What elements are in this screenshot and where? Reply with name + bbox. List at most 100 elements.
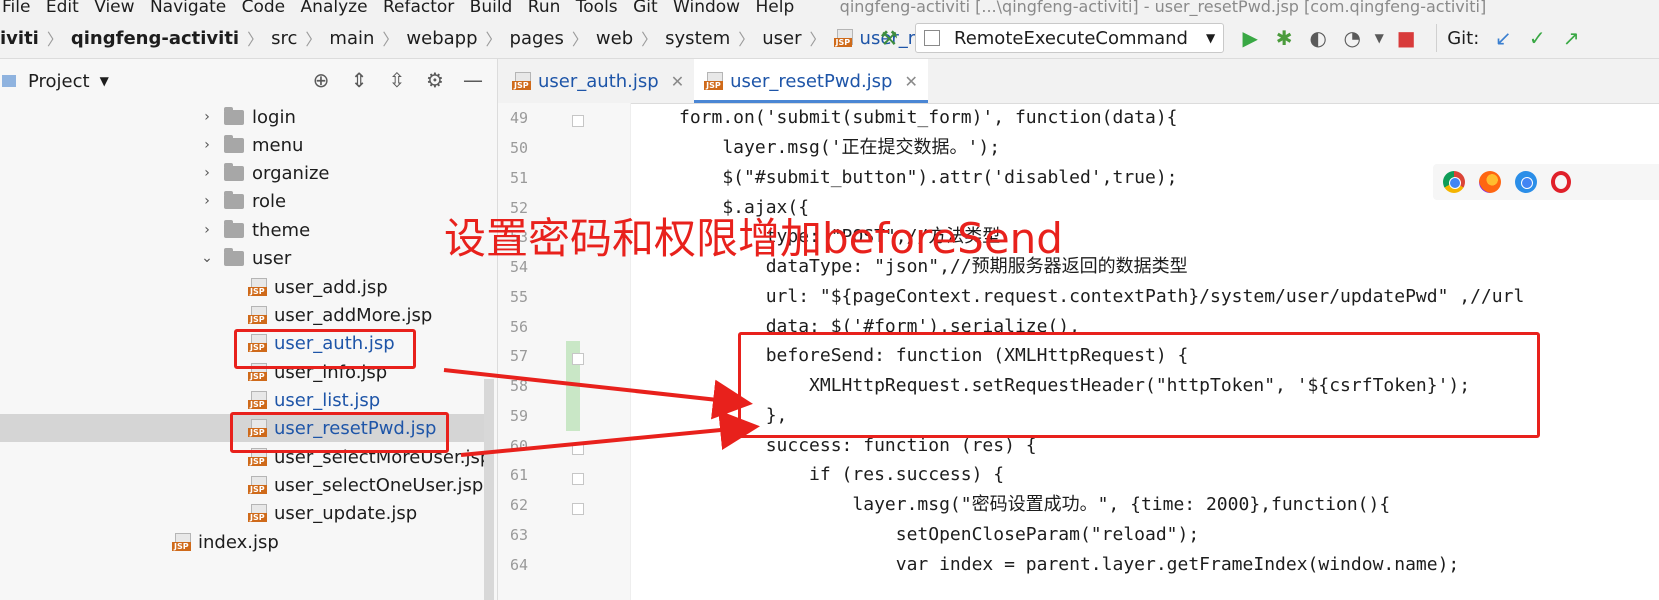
menu-help[interactable]: Help <box>755 0 804 16</box>
stop-icon[interactable]: ■ <box>1392 24 1420 52</box>
chevron-right-icon[interactable]: › <box>200 109 214 125</box>
code-line[interactable]: if (res.success) { <box>679 460 1004 490</box>
code-line[interactable]: var index = parent.layer.getFrameIndex(w… <box>679 550 1460 580</box>
code-line[interactable]: $("#submit_button").attr('disabled',true… <box>679 163 1177 193</box>
run-icon[interactable]: ▶ <box>1236 24 1264 52</box>
gear-icon[interactable]: ⚙ <box>422 67 448 93</box>
fold-marker-icon[interactable] <box>572 503 584 515</box>
breadcrumb-separator-icon: 〉 <box>305 30 322 49</box>
folder-icon <box>224 134 244 153</box>
breadcrumb-item[interactable]: web 〉 <box>596 26 665 50</box>
close-icon[interactable]: ✕ <box>905 72 918 91</box>
expand-all-icon[interactable]: ⇕ <box>346 67 372 93</box>
breadcrumb-item[interactable]: user 〉 <box>762 26 833 50</box>
chevron-right-icon[interactable]: › <box>200 193 214 209</box>
collapse-all-icon[interactable]: ⇳ <box>384 67 410 93</box>
menu-analyze[interactable]: Analyze <box>301 0 378 16</box>
menu-git[interactable]: Git <box>633 0 668 16</box>
line-number: 63 <box>509 526 528 544</box>
breadcrumb-item[interactable]: system 〉 <box>665 26 762 50</box>
breadcrumb: iviti 〉 qingfeng-activiti 〉 src 〉 main 〉 web… <box>0 18 1022 58</box>
code-line[interactable]: layer.msg('正在提交数据。'); <box>679 133 1000 163</box>
tree-folder-organize[interactable]: › organize <box>200 159 329 187</box>
menu-view[interactable]: View <box>94 0 144 16</box>
project-panel-title[interactable]: Project <box>28 71 90 92</box>
folder-icon <box>224 190 244 209</box>
chevron-right-icon[interactable]: › <box>200 222 214 238</box>
line-number: 51 <box>509 169 528 187</box>
debug-icon[interactable]: ✱ <box>1270 24 1298 52</box>
breadcrumb-item[interactable]: qingfeng-activiti 〉 <box>71 26 271 50</box>
chevron-right-icon[interactable]: › <box>200 165 214 181</box>
menu-refactor[interactable]: Refactor <box>383 0 464 16</box>
breadcrumb-item[interactable]: src 〉 <box>271 26 329 50</box>
chevron-down-icon[interactable]: ▼ <box>100 74 109 88</box>
chevron-down-icon[interactable]: ⌄ <box>200 250 214 266</box>
tree-folder-role[interactable]: › role <box>200 187 286 215</box>
tree-folder-menu[interactable]: › menu <box>200 131 303 159</box>
tree-file-index[interactable]: JSP index.jsp <box>172 528 279 556</box>
coverage-icon[interactable]: ◐ <box>1304 24 1332 52</box>
safari-icon[interactable] <box>1515 171 1537 193</box>
tree-folder-login[interactable]: › login <box>200 103 296 131</box>
folder-icon <box>224 247 244 266</box>
line-number: 56 <box>509 318 528 336</box>
breadcrumb-separator-icon: 〉 <box>382 30 399 49</box>
tab-user-auth[interactable]: JSP user_auth.jsp ✕ <box>502 59 694 103</box>
tree-file-user-selectoneuser[interactable]: JSP user_selectOneUser.jsp <box>248 471 483 499</box>
menu-navigate[interactable]: Navigate <box>150 0 236 16</box>
tree-file-user-addmore[interactable]: JSP user_addMore.jsp <box>248 301 432 329</box>
chevron-down-icon[interactable]: ▼ <box>1372 24 1386 52</box>
tree-file-user-add[interactable]: JSP user_add.jsp <box>248 273 388 301</box>
navigation-bar: iviti 〉 qingfeng-activiti 〉 src 〉 main 〉 web… <box>0 18 1659 59</box>
highlight-box-beforesend <box>738 332 1540 438</box>
fold-marker-icon[interactable] <box>572 473 584 485</box>
project-scrollbar[interactable] <box>484 379 494 600</box>
line-number: 61 <box>509 466 528 484</box>
locate-icon[interactable]: ⊕ <box>308 67 334 93</box>
menu-edit[interactable]: Edit <box>46 0 89 16</box>
opera-icon[interactable] <box>1551 171 1571 193</box>
code-line[interactable]: setOpenCloseParam("reload"); <box>679 520 1199 550</box>
jsp-file-icon: JSP <box>248 476 268 494</box>
tree-file-user-list[interactable]: JSP user_list.jsp <box>248 386 380 414</box>
breadcrumb-item[interactable]: iviti 〉 <box>0 26 71 50</box>
breadcrumb-item[interactable]: main 〉 <box>329 26 406 50</box>
fold-marker-icon[interactable] <box>572 353 584 365</box>
profile-icon[interactable]: ◔ <box>1338 24 1366 52</box>
git-label: Git: <box>1447 27 1480 49</box>
breadcrumb-item[interactable]: webapp 〉 <box>406 26 509 50</box>
menu-window[interactable]: Window <box>673 0 750 16</box>
menu-code[interactable]: Code <box>242 0 296 16</box>
breadcrumb-separator-icon: 〉 <box>571 30 588 49</box>
fold-marker-icon[interactable] <box>572 115 584 127</box>
hammer-icon[interactable]: ⚒ <box>875 24 903 52</box>
git-commit-icon[interactable]: ✓ <box>1523 24 1551 52</box>
code-line[interactable]: url: "${pageContext.request.contextPath}… <box>679 282 1525 312</box>
hide-panel-icon[interactable]: — <box>460 67 486 93</box>
close-icon[interactable]: ✕ <box>671 72 684 91</box>
git-update-icon[interactable]: ↙ <box>1489 24 1517 52</box>
run-configuration-select[interactable]: RemoteExecuteCommand ▼ <box>915 23 1225 53</box>
firefox-icon[interactable] <box>1479 171 1501 193</box>
menu-run[interactable]: Run <box>528 0 571 16</box>
highlight-box-user-resetpwd <box>230 412 449 453</box>
run-config-icon <box>924 30 940 46</box>
menu-file[interactable]: File <box>0 0 40 16</box>
chevron-down-icon: ▼ <box>1205 31 1216 45</box>
tree-folder-user[interactable]: ⌄ user <box>200 244 291 272</box>
menu-build[interactable]: Build <box>470 0 523 16</box>
fold-marker-icon[interactable] <box>572 443 584 455</box>
editor-gutter: 49 50 51 52 53 54 55 56 57 58 59 60 61 6… <box>498 103 630 600</box>
breadcrumb-item[interactable]: pages 〉 <box>510 26 596 50</box>
toolbar: ⚒ RemoteExecuteCommand ▼ ▶ ✱ ◐ ◔ ▼ ■ Git… <box>875 18 1591 58</box>
code-line[interactable]: layer.msg("密码设置成功。", {time: 2000},functi… <box>679 490 1390 520</box>
code-line[interactable]: form.on('submit(submit_form)', function(… <box>679 103 1178 133</box>
tab-user-resetpwd[interactable]: JSP user_resetPwd.jsp ✕ <box>694 59 928 103</box>
chrome-icon[interactable] <box>1443 171 1465 193</box>
menu-tools[interactable]: Tools <box>576 0 628 16</box>
tree-file-user-update[interactable]: JSP user_update.jsp <box>248 499 417 527</box>
chevron-right-icon[interactable]: › <box>200 137 214 153</box>
tree-folder-theme[interactable]: › theme <box>200 216 310 244</box>
git-push-icon[interactable]: ↗ <box>1557 24 1585 52</box>
